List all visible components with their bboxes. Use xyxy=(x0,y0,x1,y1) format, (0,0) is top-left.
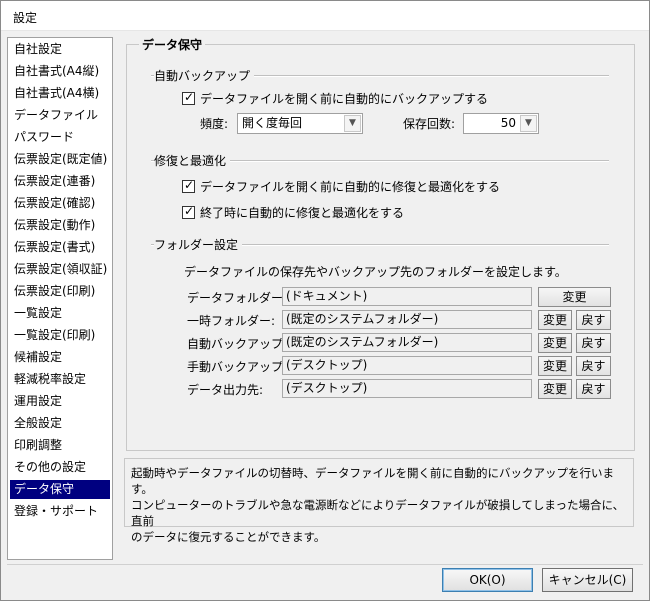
check-mark-icon: ✓ xyxy=(183,204,195,218)
save-count-value: 50 xyxy=(500,116,516,130)
group-title: データ保守 xyxy=(139,36,206,53)
data-folder-change-button[interactable]: 変更 xyxy=(538,287,611,307)
help-text-line: コンピューターのトラブルや急な電源断などによりデータファイルが破損してしまった場… xyxy=(131,498,625,528)
sidebar-item[interactable]: 伝票設定(動作) xyxy=(10,216,110,235)
save-count-select[interactable]: 50 ▼ xyxy=(463,113,539,134)
sidebar-item[interactable]: 一覧設定(印刷) xyxy=(10,326,110,345)
sidebar-item[interactable]: 運用設定 xyxy=(10,392,110,411)
chevron-down-icon[interactable]: ▼ xyxy=(344,115,361,132)
folder-section-label: フォルダー設定 xyxy=(154,236,243,253)
manual-backup-folder-reset-button[interactable]: 戻す xyxy=(576,356,611,376)
settings-category-list[interactable]: 自社設定 自社書式(A4縦) 自社書式(A4横) データファイル パスワード 伝… xyxy=(7,37,113,560)
auto-backup-folder-change-button[interactable]: 変更 xyxy=(538,333,572,353)
auto-backup-checkbox-row[interactable]: ✓ データファイルを開く前に自動的にバックアップする xyxy=(182,90,488,107)
footer-divider xyxy=(7,564,643,565)
sidebar-item[interactable]: 伝票設定(確認) xyxy=(10,194,110,213)
sidebar-item[interactable]: 登録・サポート xyxy=(10,502,110,521)
folder-description: データファイルの保存先やバックアップ先のフォルダーを設定します。 xyxy=(184,265,567,279)
check-mark-icon: ✓ xyxy=(183,90,195,104)
sidebar-item[interactable]: 全般設定 xyxy=(10,414,110,433)
sidebar-item-selected[interactable]: データ保守 xyxy=(10,480,110,499)
auto-backup-section-label: 自動バックアップ xyxy=(154,67,255,84)
cancel-button[interactable]: キャンセル(C) xyxy=(542,568,633,592)
repair-on-exit-row[interactable]: ✓ 終了時に自動的に修復と最適化をする xyxy=(182,204,404,221)
auto-backup-folder-path: (既定のシステムフォルダー) xyxy=(282,333,532,352)
sidebar-item[interactable]: 自社設定 xyxy=(10,40,110,59)
data-folder-label: データフォルダー: xyxy=(187,291,288,305)
auto-backup-checkbox-label: データファイルを開く前に自動的にバックアップする xyxy=(200,92,489,106)
data-output-folder-label: データ出力先: xyxy=(187,383,264,397)
sidebar-item[interactable]: 伝票設定(印刷) xyxy=(10,282,110,301)
data-folder-path: (ドキュメント) xyxy=(282,287,532,306)
ok-button[interactable]: OK(O) xyxy=(442,568,533,592)
repair-before-open-label: データファイルを開く前に自動的に修復と最適化をする xyxy=(200,180,501,194)
temp-folder-change-button[interactable]: 変更 xyxy=(538,310,572,330)
sidebar-item[interactable]: 一覧設定 xyxy=(10,304,110,323)
manual-backup-folder-change-button[interactable]: 変更 xyxy=(538,356,572,376)
sidebar-item[interactable]: 候補設定 xyxy=(10,348,110,367)
repair-section-label: 修復と最適化 xyxy=(154,152,231,169)
sidebar-item[interactable]: 伝票設定(領収証) xyxy=(10,260,110,279)
frequency-label: 頻度: xyxy=(200,117,229,131)
repair-on-exit-label: 終了時に自動的に修復と最適化をする xyxy=(200,206,405,220)
sidebar-item[interactable]: パスワード xyxy=(10,128,110,147)
title-bar: 設定 xyxy=(1,1,649,31)
data-output-folder-path: (デスクトップ) xyxy=(282,379,532,398)
auto-backup-folder-reset-button[interactable]: 戻す xyxy=(576,333,611,353)
repair-on-exit-checkbox[interactable]: ✓ xyxy=(182,204,195,219)
window-title: 設定 xyxy=(13,11,38,25)
sidebar-item[interactable]: 軽減税率設定 xyxy=(10,370,110,389)
sidebar-item[interactable]: 伝票設定(既定値) xyxy=(10,150,110,169)
sidebar-item[interactable]: 伝票設定(連番) xyxy=(10,172,110,191)
help-text-line: のデータに復元することができます。 xyxy=(131,530,326,544)
repair-before-open-row[interactable]: ✓ データファイルを開く前に自動的に修復と最適化をする xyxy=(182,178,500,195)
sidebar-item[interactable]: 自社書式(A4縦) xyxy=(10,62,110,81)
auto-backup-folder-label: 自動バックアップ: xyxy=(187,337,288,351)
help-text-line: 起動時やデータファイルの切替時、データファイルを開く前に自動的にバックアップを行… xyxy=(131,466,614,496)
temp-folder-label: 一時フォルダー: xyxy=(187,314,276,328)
chevron-down-icon[interactable]: ▼ xyxy=(520,115,537,132)
settings-dialog: 設定 自社設定 自社書式(A4縦) 自社書式(A4横) データファイル パスワー… xyxy=(0,0,650,601)
repair-before-open-checkbox[interactable]: ✓ xyxy=(182,178,195,193)
sidebar-item[interactable]: 印刷調整 xyxy=(10,436,110,455)
sidebar-item[interactable]: 伝票設定(書式) xyxy=(10,238,110,257)
manual-backup-folder-path: (デスクトップ) xyxy=(282,356,532,375)
sidebar-item[interactable]: 自社書式(A4横) xyxy=(10,84,110,103)
save-count-label: 保存回数: xyxy=(403,117,456,131)
temp-folder-path: (既定のシステムフォルダー) xyxy=(282,310,532,329)
sidebar-item[interactable]: その他の設定 xyxy=(10,458,110,477)
frequency-value: 開く度毎回 xyxy=(242,116,303,130)
auto-backup-checkbox[interactable]: ✓ xyxy=(182,90,195,105)
sidebar-item[interactable]: データファイル xyxy=(10,106,110,125)
temp-folder-reset-button[interactable]: 戻す xyxy=(576,310,611,330)
help-description-box: 起動時やデータファイルの切替時、データファイルを開く前に自動的にバックアップを行… xyxy=(124,458,634,544)
data-output-folder-reset-button[interactable]: 戻す xyxy=(576,379,611,399)
data-output-folder-change-button[interactable]: 変更 xyxy=(538,379,572,399)
frequency-select[interactable]: 開く度毎回 ▼ xyxy=(237,113,363,134)
check-mark-icon: ✓ xyxy=(183,178,195,192)
manual-backup-folder-label: 手動バックアップ: xyxy=(187,360,288,374)
